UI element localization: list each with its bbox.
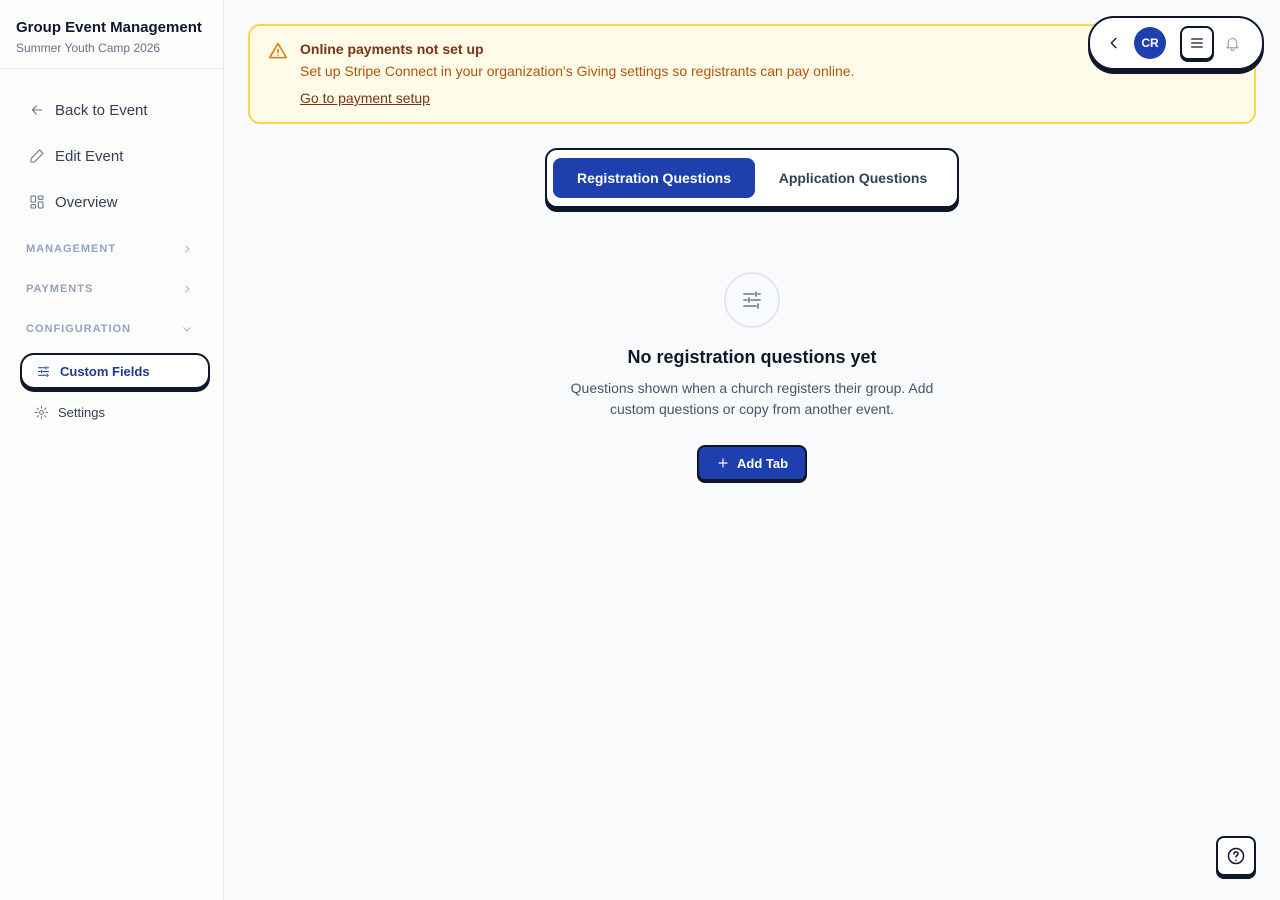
bell-icon	[1225, 37, 1239, 51]
sliders-icon	[743, 291, 761, 309]
sliders-icon	[35, 363, 51, 379]
section-configuration[interactable]: CONFIGURATION	[0, 309, 223, 349]
chevron-down-icon	[183, 327, 191, 332]
event-name: Summer Youth Camp 2026	[16, 41, 161, 55]
alert-title: Online payments not set up	[300, 41, 484, 57]
chevron-left-icon	[1110, 37, 1117, 49]
section-management[interactable]: MANAGEMENT	[0, 229, 223, 269]
sidebar-item-label: Back to Event	[55, 101, 148, 119]
empty-state-description: Questions shown when a church registers …	[570, 380, 934, 417]
tab-application-questions[interactable]: Application Questions	[755, 158, 951, 198]
hamburger-menu-icon	[1191, 38, 1203, 48]
section-label: MANAGEMENT	[26, 243, 117, 255]
section-label: CONFIGURATION	[26, 323, 132, 335]
sidebar-item-overview[interactable]: Overview	[0, 179, 223, 225]
sidebar-item-label: Settings	[58, 404, 105, 420]
sidebar: Group Event Management Summer Youth Camp…	[0, 0, 224, 900]
gear-icon	[33, 404, 49, 420]
sidebar-item-custom-fields[interactable]: Custom Fields	[20, 353, 210, 389]
collapse-button[interactable]	[1104, 33, 1124, 53]
pencil-icon	[28, 147, 46, 165]
sidebar-item-settings[interactable]: Settings	[20, 393, 210, 431]
dashboard-icon	[28, 193, 46, 211]
avatar[interactable]: CR	[1134, 27, 1166, 59]
sidebar-item-label: Overview	[55, 193, 118, 211]
menu-button[interactable]	[1180, 26, 1214, 60]
sidebar-header: Group Event Management Summer Youth Camp…	[0, 0, 223, 69]
add-tab-button[interactable]: Add Tab	[697, 445, 807, 481]
section-label: PAYMENTS	[26, 283, 94, 295]
sidebar-item-label: Edit Event	[55, 147, 124, 165]
sidebar-nav: Back to Event Edit Event Overview MANAGE…	[0, 69, 223, 431]
payment-setup-link[interactable]: Go to payment setup	[300, 90, 430, 106]
question-tabs: Registration Questions Application Quest…	[545, 148, 959, 208]
chevron-right-icon	[185, 245, 190, 253]
help-button[interactable]	[1216, 836, 1256, 876]
empty-state-icon	[724, 272, 780, 328]
sidebar-item-back-to-event[interactable]: Back to Event	[0, 87, 223, 133]
warning-icon	[268, 41, 290, 63]
alert-body: Online payments not set up Set up Stripe…	[300, 40, 854, 108]
arrow-left-icon	[28, 101, 46, 119]
sidebar-item-label: Custom Fields	[60, 363, 150, 379]
top-toolbar: CR	[1088, 16, 1264, 70]
empty-state-title: No registration questions yet	[627, 347, 877, 367]
alert-text: Set up Stripe Connect in your organizati…	[300, 63, 855, 79]
plus-icon	[718, 458, 728, 468]
notifications-button[interactable]	[1222, 33, 1242, 53]
question-circle-icon	[1227, 847, 1245, 865]
app-title: Group Event Management	[16, 19, 202, 36]
chevron-right-icon	[185, 285, 190, 293]
add-tab-label: Add Tab	[736, 455, 789, 471]
tab-registration-questions[interactable]: Registration Questions	[553, 158, 755, 198]
section-payments[interactable]: PAYMENTS	[0, 269, 223, 309]
sidebar-item-edit-event[interactable]: Edit Event	[0, 133, 223, 179]
